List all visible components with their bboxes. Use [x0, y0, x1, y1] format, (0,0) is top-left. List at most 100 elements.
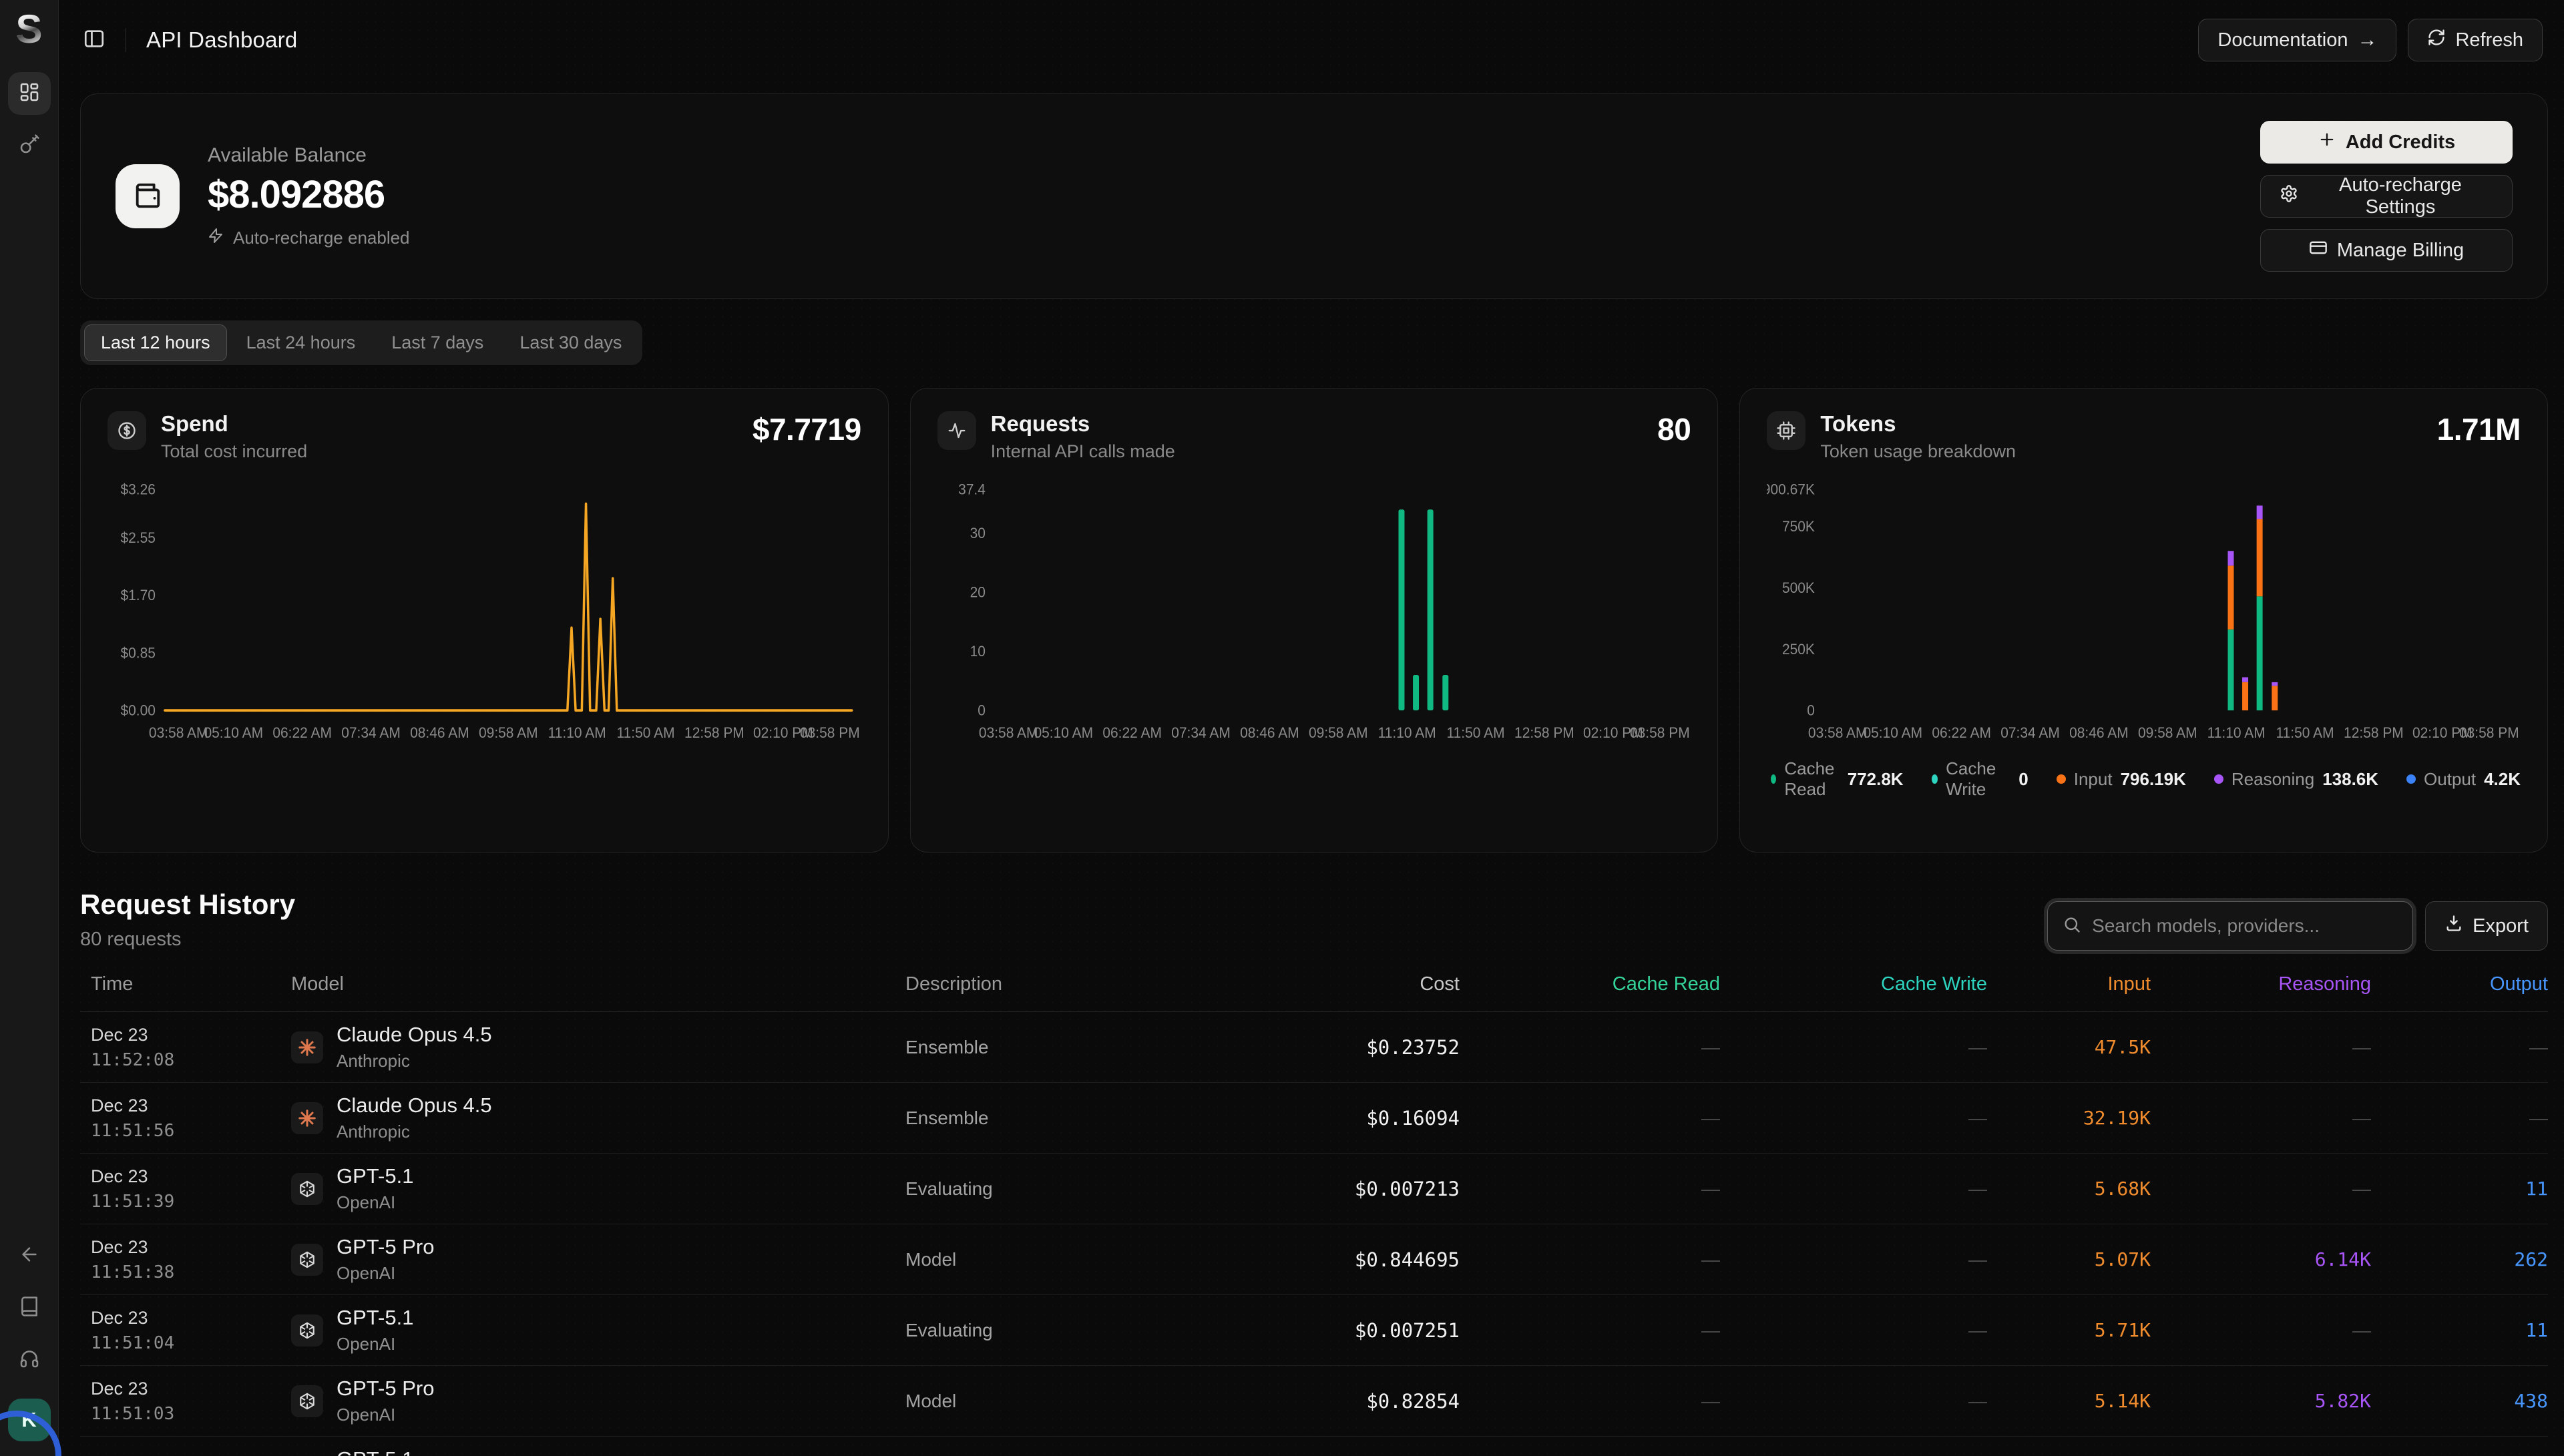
svg-text:03:58 AM: 03:58 AM	[149, 724, 208, 741]
table-row[interactable]: Dec 23 11:51:03 GPT-5 Pro OpenAI Model $…	[80, 1366, 2548, 1437]
topbar: API Dashboard Documentation → Refresh	[59, 0, 2564, 80]
cell-value: 5.68K	[1987, 1178, 2151, 1200]
svg-text:900.67K: 900.67K	[1767, 481, 1815, 498]
cell-empty: —	[1720, 1178, 1987, 1200]
cell-empty: —	[2151, 1108, 2371, 1129]
documentation-button[interactable]: Documentation →	[2198, 19, 2396, 61]
table-row[interactable]: Dec 23 11:51:56 Claude Opus 4.5 Anthropi…	[80, 1083, 2548, 1154]
svg-text:05:10 AM: 05:10 AM	[1864, 724, 1923, 741]
legend-cache_write: Cache Write0	[1932, 758, 2028, 800]
provider-icon	[291, 1173, 323, 1205]
request-time: 11:51:56	[91, 1121, 291, 1141]
legend-label: Cache Read	[1784, 758, 1839, 800]
description-cell: Evaluating	[905, 1320, 1273, 1341]
sidebar-item-api-keys[interactable]	[8, 124, 51, 167]
sidebar-item-docs[interactable]	[8, 1286, 51, 1329]
manage-billing-label: Manage Billing	[2337, 240, 2464, 262]
svg-text:$0.85: $0.85	[120, 644, 155, 662]
tokens-card: Tokens Token usage breakdown 1.71M 900.6…	[1739, 388, 2548, 853]
svg-text:10: 10	[970, 642, 985, 660]
request-date: Dec 23	[91, 1237, 291, 1258]
model-name: Claude Opus 4.5	[337, 1094, 492, 1118]
spend-subtitle: Total cost incurred	[161, 441, 307, 462]
activity-icon	[937, 411, 976, 450]
table-row[interactable]: Dec 23 11:52:08 Claude Opus 4.5 Anthropi…	[80, 1012, 2548, 1083]
cell-empty: —	[1720, 1249, 1987, 1270]
auto-recharge-settings-button[interactable]: Auto-recharge Settings	[2260, 175, 2513, 218]
table-row[interactable]: Dec 23 11:51:38 GPT-5 Pro OpenAI Model $…	[80, 1224, 2548, 1295]
provider-icon	[291, 1385, 323, 1417]
refresh-button[interactable]: Refresh	[2408, 19, 2543, 61]
svg-text:$0.00: $0.00	[120, 702, 155, 719]
provider-name: OpenAI	[337, 1334, 413, 1355]
cell-value: 6.14K	[2151, 1248, 2371, 1270]
tokens-value: 1.71M	[2437, 411, 2521, 447]
svg-text:11:50 AM: 11:50 AM	[1446, 724, 1504, 741]
tab-last-12-hours[interactable]: Last 12 hours	[84, 324, 227, 361]
svg-text:07:34 AM: 07:34 AM	[341, 724, 401, 741]
panel-toggle-icon[interactable]	[83, 27, 105, 53]
cost-cell: $0.16094	[1273, 1107, 1460, 1130]
plus-icon	[2318, 130, 2336, 154]
table-row[interactable]: Dec 23 GPT-5.1 OpenAI Evaluating $0.0136…	[80, 1437, 2548, 1456]
request-date: Dec 23	[91, 1025, 291, 1045]
provider-icon	[291, 1102, 323, 1134]
svg-text:$1.70: $1.70	[120, 586, 155, 603]
svg-text:$3.26: $3.26	[120, 481, 155, 498]
sidebar-item-dashboard[interactable]	[8, 72, 51, 115]
tab-last-7-days[interactable]: Last 7 days	[375, 324, 500, 361]
cost-cell: $0.844695	[1273, 1248, 1460, 1271]
tab-last-24-hours[interactable]: Last 24 hours	[230, 324, 373, 361]
description-cell: Model	[905, 1391, 1273, 1412]
svg-text:03:58 PM: 03:58 PM	[800, 724, 860, 741]
manage-billing-button[interactable]: Manage Billing	[2260, 229, 2513, 272]
legend-label: Output	[2424, 769, 2476, 790]
cell-value: 5.07K	[1987, 1248, 2151, 1270]
column-header-cache-write: Cache Write	[1720, 973, 1987, 995]
openai-logo-icon	[297, 1391, 317, 1411]
tokens-subtitle: Token usage breakdown	[1820, 441, 2016, 462]
table-row[interactable]: Dec 23 11:51:39 GPT-5.1 OpenAI Evaluatin…	[80, 1154, 2548, 1224]
cost-cell: $0.007251	[1273, 1319, 1460, 1342]
model-name: GPT-5.1	[337, 1447, 413, 1456]
export-button[interactable]: Export	[2425, 901, 2548, 951]
search-box	[2047, 901, 2413, 951]
credit-card-icon	[2309, 238, 2328, 262]
cell-empty: —	[1720, 1037, 1987, 1058]
cell-value: 5.71K	[1987, 1319, 2151, 1341]
cost-cell: $0.82854	[1273, 1390, 1460, 1413]
cell-value: 438	[2371, 1390, 2548, 1412]
add-credits-button[interactable]: Add Credits	[2260, 121, 2513, 164]
svg-text:0: 0	[978, 702, 986, 719]
app-root: S K API Dashboard Documentation	[0, 0, 2564, 1456]
cell-empty: —	[1460, 1108, 1720, 1129]
column-header-reasoning: Reasoning	[2151, 973, 2371, 995]
search-input[interactable]	[2092, 915, 2398, 937]
cell-empty: —	[2151, 1320, 2371, 1341]
model-cell: GPT-5.1 OpenAI	[291, 1164, 905, 1213]
svg-text:03:58 AM: 03:58 AM	[979, 724, 1038, 741]
request-date: Dec 23	[91, 1308, 291, 1328]
legend-value: 796.19K	[2121, 769, 2186, 790]
tab-last-30-days[interactable]: Last 30 days	[503, 324, 638, 361]
sidebar-item-back[interactable]	[8, 1234, 51, 1277]
cell-empty: —	[1460, 1320, 1720, 1341]
svg-text:11:50 AM: 11:50 AM	[2276, 724, 2334, 741]
svg-text:09:58 AM: 09:58 AM	[1309, 724, 1368, 741]
cell-empty: —	[1460, 1037, 1720, 1058]
app-logo: S	[15, 9, 42, 49]
provider-name: Anthropic	[337, 1122, 492, 1142]
request-time: 11:51:03	[91, 1404, 291, 1424]
svg-text:250K: 250K	[1782, 640, 1815, 658]
svg-text:03:58 AM: 03:58 AM	[1808, 724, 1868, 741]
svg-text:06:22 AM: 06:22 AM	[1102, 724, 1162, 741]
book-icon	[19, 1296, 40, 1320]
table-header: TimeModelDescriptionCostCache ReadCache …	[80, 973, 2548, 1012]
cell-value: 11	[2371, 1178, 2548, 1200]
time-range-tabs: Last 12 hoursLast 24 hoursLast 7 daysLas…	[80, 320, 642, 365]
svg-text:07:34 AM: 07:34 AM	[2001, 724, 2061, 741]
table-row[interactable]: Dec 23 11:51:04 GPT-5.1 OpenAI Evaluatin…	[80, 1295, 2548, 1366]
svg-text:0: 0	[1807, 702, 1815, 719]
sidebar-item-support[interactable]	[8, 1339, 51, 1381]
dashboard-grid-icon	[19, 81, 40, 106]
